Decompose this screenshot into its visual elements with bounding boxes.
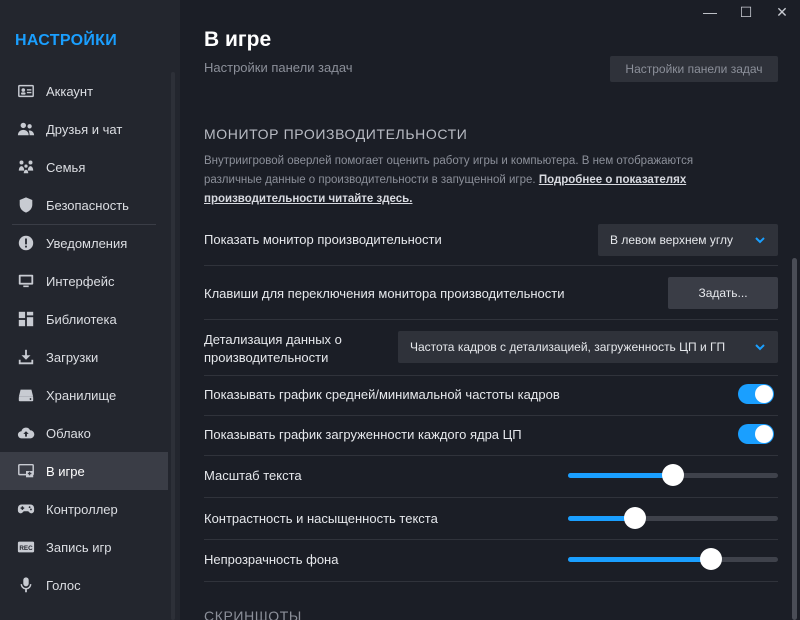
svg-text:REC: REC (19, 545, 33, 552)
detail-value: Частота кадров с детализацией, загруженн… (410, 340, 726, 354)
sidebar-item-monitor[interactable]: Интерфейс (0, 262, 168, 300)
fps-graph-toggle[interactable] (738, 384, 774, 404)
sidebar-item-label: Семья (46, 159, 86, 175)
sidebar-item-download[interactable]: Загрузки (0, 338, 168, 376)
library-grid-icon (16, 309, 36, 329)
storage-drive-icon (16, 385, 36, 405)
sidebar-item-rec[interactable]: REC Запись игр (0, 528, 168, 566)
cpu-graph-toggle[interactable] (738, 424, 774, 444)
performance-monitor-heading: МОНИТОР ПРОИЗВОДИТЕЛЬНОСТИ (204, 126, 468, 142)
screenshots-heading: СКРИНШОТЫ (204, 608, 302, 620)
show-monitor-row: Показать монитор производительности В ле… (204, 214, 778, 266)
hotkey-row: Клавиши для переключения монитора произв… (204, 266, 778, 320)
slider-thumb[interactable] (624, 507, 646, 529)
text-scale-row: Масштаб текста (204, 456, 778, 498)
sidebar-item-storage-drive[interactable]: Хранилище (0, 376, 168, 414)
sidebar-item-label: Друзья и чат (46, 121, 123, 137)
sidebar-item-gamepad[interactable]: Контроллер (0, 490, 168, 528)
sidebar-item-label: Контроллер (46, 501, 118, 517)
sidebar-item-label: Запись игр (46, 539, 112, 555)
sidebar-nav: Аккаунт Друзья и чат Семья Безопасность Увед… (0, 72, 168, 604)
text-scale-slider[interactable] (568, 463, 778, 487)
sidebar-item-label: Уведомления (46, 235, 128, 251)
show-monitor-label: Показать монитор производительности (204, 232, 442, 247)
sidebar-item-label: В игре (46, 463, 85, 479)
shield-icon (16, 195, 36, 215)
slider-fill (568, 557, 711, 562)
notification-icon (16, 233, 36, 253)
settings-main: В игре Настройки панели задач Настройки … (180, 0, 800, 620)
monitor-icon (16, 271, 36, 291)
microphone-icon (16, 575, 36, 595)
text-contrast-slider[interactable] (568, 506, 778, 530)
toggle-knob (755, 425, 773, 443)
text-scale-label: Масштаб текста (204, 468, 302, 483)
family-icon (16, 157, 36, 177)
friends-icon (16, 119, 36, 139)
sidebar-item-label: Библиотека (46, 311, 117, 327)
sidebar-item-label: Аккаунт (46, 83, 94, 99)
sidebar-title: НАСТРОЙКИ (15, 32, 118, 49)
show-monitor-dropdown[interactable]: В левом верхнем углу (598, 224, 778, 256)
download-icon (16, 347, 36, 367)
sidebar-item-family[interactable]: Семья (0, 148, 168, 186)
set-hotkey-button[interactable]: Задать... (668, 277, 778, 309)
sidebar-item-label: Безопасность (46, 197, 129, 213)
sidebar-item-in-game[interactable]: В игре (0, 452, 168, 490)
fps-graph-row: Показывать график средней/минимальной ча… (204, 376, 778, 416)
performance-monitor-description: Внутриигровой оверлей помогает оценить р… (204, 152, 744, 209)
taskbar-settings-button[interactable]: Настройки панели задач (610, 56, 778, 82)
slider-fill (568, 473, 673, 478)
sidebar-scrollbar[interactable] (171, 72, 175, 620)
fps-graph-label: Показывать график средней/минимальной ча… (204, 387, 560, 402)
sidebar-item-library-grid[interactable]: Библиотека (0, 300, 168, 338)
in-game-icon (16, 461, 36, 481)
text-contrast-label: Контрастность и насыщенность текста (204, 511, 438, 526)
detail-label: Детализация данных о производительности (204, 332, 342, 365)
taskbar-settings-row: Настройки панели задач Настройки панели … (204, 56, 778, 84)
show-monitor-value: В левом верхнем углу (610, 233, 733, 247)
detail-row: Детализация данных о производительности … (204, 320, 778, 376)
sidebar-item-friends[interactable]: Друзья и чат (0, 110, 168, 148)
toggle-knob (755, 385, 773, 403)
account-card-icon (16, 81, 36, 101)
gamepad-icon (16, 499, 36, 519)
main-scrollbar[interactable] (792, 258, 797, 620)
chevron-down-icon (754, 341, 766, 353)
chevron-down-icon (754, 234, 766, 246)
sidebar-item-label: Облако (46, 425, 91, 441)
bg-opacity-row: Непрозрачность фона (204, 540, 778, 582)
sidebar-item-label: Интерфейс (46, 273, 115, 289)
cloud-icon (16, 423, 36, 443)
detail-dropdown[interactable]: Частота кадров с детализацией, загруженн… (398, 331, 778, 363)
text-contrast-row: Контрастность и насыщенность текста (204, 498, 778, 540)
sidebar-item-label: Голос (46, 577, 81, 593)
sidebar-item-notification[interactable]: Уведомления (0, 224, 168, 262)
bg-opacity-label: Непрозрачность фона (204, 552, 339, 567)
taskbar-settings-label: Настройки панели задач (204, 60, 353, 75)
page-title: В игре (204, 28, 272, 51)
sidebar-item-account-card[interactable]: Аккаунт (0, 72, 168, 110)
sidebar-item-label: Загрузки (46, 349, 99, 365)
sidebar-item-shield[interactable]: Безопасность (0, 186, 168, 224)
sidebar-item-label: Хранилище (46, 387, 117, 403)
rec-icon: REC (16, 537, 36, 557)
slider-thumb[interactable] (662, 464, 684, 486)
hotkey-label: Клавиши для переключения монитора произв… (204, 286, 565, 301)
slider-thumb[interactable] (700, 548, 722, 570)
bg-opacity-slider[interactable] (568, 547, 778, 571)
cpu-graph-label: Показывать график загруженности каждого … (204, 427, 522, 442)
sidebar-item-microphone[interactable]: Голос (0, 566, 168, 604)
sidebar-item-cloud[interactable]: Облако (0, 414, 168, 452)
cpu-graph-row: Показывать график загруженности каждого … (204, 416, 778, 456)
sidebar: НАСТРОЙКИ Аккаунт Друзья и чат Семья Безопа… (0, 0, 180, 620)
